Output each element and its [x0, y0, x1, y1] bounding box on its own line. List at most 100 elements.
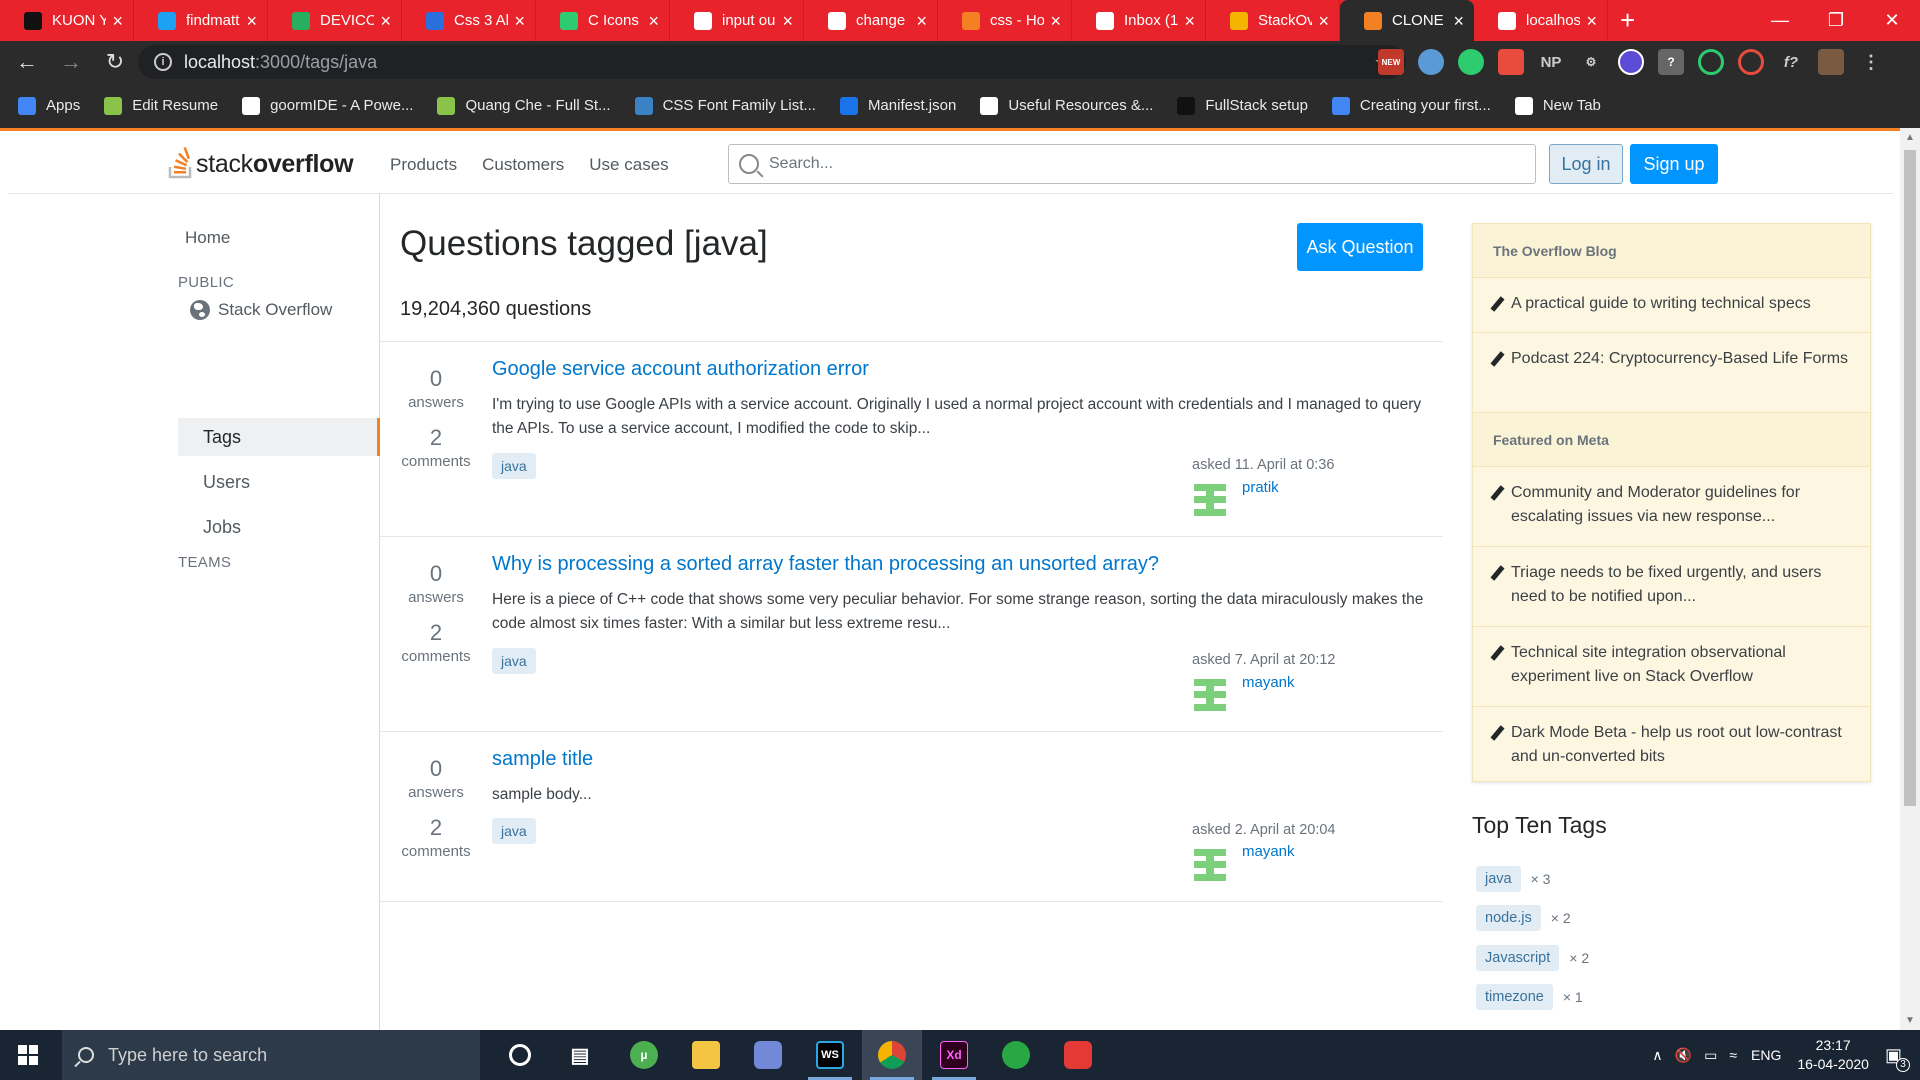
- meta-item[interactable]: Technical site integration observational…: [1473, 627, 1870, 707]
- discord-icon[interactable]: [738, 1030, 798, 1080]
- extension-icon[interactable]: [1738, 49, 1764, 75]
- top-tag[interactable]: Javascript: [1476, 945, 1560, 971]
- url-bar[interactable]: i localhost:3000/tags/java ☆: [138, 45, 1406, 79]
- signup-button[interactable]: Sign up: [1630, 144, 1718, 184]
- extension-icon[interactable]: [1498, 49, 1524, 75]
- meta-item[interactable]: Community and Moderator guidelines for e…: [1473, 467, 1870, 547]
- browser-tab[interactable]: StackOv ×: [1206, 0, 1340, 41]
- start-button[interactable]: [0, 1030, 56, 1080]
- user-avatar[interactable]: [1192, 677, 1228, 713]
- cortana-icon[interactable]: [490, 1030, 550, 1080]
- user-avatar[interactable]: [1192, 482, 1228, 518]
- question-title-link[interactable]: Google service account authorization err…: [492, 358, 869, 381]
- taskbar-search[interactable]: Type here to search: [62, 1030, 480, 1080]
- tag-java[interactable]: java: [492, 453, 536, 479]
- new-tab-button[interactable]: +: [1620, 0, 1635, 41]
- webstorm-icon[interactable]: WS: [800, 1030, 860, 1080]
- extension-icon[interactable]: [1458, 49, 1484, 75]
- sidebar-item-users[interactable]: Users: [203, 472, 250, 493]
- blog-item[interactable]: Podcast 224: Cryptocurrency-Based Life F…: [1473, 333, 1870, 413]
- chevron-up-icon[interactable]: ∧: [1652, 1047, 1662, 1064]
- bookmark-item[interactable]: FullStack setup: [1177, 96, 1308, 115]
- restore-icon[interactable]: ❐: [1808, 0, 1864, 41]
- extension-icon[interactable]: [1418, 49, 1444, 75]
- bookmark-item[interactable]: goormIDE - A Powe...: [242, 96, 413, 115]
- browser-tab[interactable]: input ou ×: [670, 0, 804, 41]
- close-tab-icon[interactable]: ×: [1050, 12, 1061, 30]
- task-view-icon[interactable]: ▤: [550, 1030, 610, 1080]
- close-window-icon[interactable]: ✕: [1864, 0, 1920, 41]
- minimize-icon[interactable]: —: [1752, 0, 1808, 41]
- bookmark-item[interactable]: CSS Font Family List...: [634, 96, 816, 115]
- search-input[interactable]: Search...: [728, 144, 1536, 184]
- top-tag[interactable]: timezone: [1476, 984, 1553, 1010]
- browser-tab[interactable]: css - Ho ×: [938, 0, 1072, 41]
- extension-new-icon[interactable]: NEW: [1378, 49, 1404, 75]
- user-name-link[interactable]: mayank: [1242, 674, 1295, 691]
- chrome-icon[interactable]: [862, 1030, 922, 1080]
- bookmark-item[interactable]: Edit Resume: [104, 96, 218, 115]
- bookmark-item[interactable]: Quang Che - Full St...: [437, 96, 611, 115]
- sidebar-item-stackoverflow[interactable]: Stack Overflow: [190, 300, 332, 320]
- close-tab-icon[interactable]: ×: [1318, 12, 1329, 30]
- meta-item[interactable]: Triage needs to be fixed urgently, and u…: [1473, 547, 1870, 627]
- sidebar-item-tags[interactable]: Tags: [203, 427, 241, 448]
- sidebar-item-home[interactable]: Home: [185, 228, 230, 248]
- close-tab-icon[interactable]: ×: [1184, 12, 1195, 30]
- scrollbar-thumb[interactable]: [1904, 150, 1916, 806]
- top-tag[interactable]: node.js: [1476, 905, 1541, 931]
- browser-tab[interactable]: C Icons ×: [536, 0, 670, 41]
- app-icon[interactable]: [1048, 1030, 1108, 1080]
- tag-java[interactable]: java: [492, 648, 536, 674]
- file-explorer-icon[interactable]: [676, 1030, 736, 1080]
- notification-icon[interactable]: ▣ 3: [1885, 1045, 1910, 1072]
- browser-tab[interactable]: change ×: [804, 0, 938, 41]
- extension-icon[interactable]: ⚙: [1578, 49, 1604, 75]
- bookmark-item[interactable]: Apps: [18, 96, 80, 115]
- top-tag[interactable]: java: [1476, 866, 1521, 892]
- extension-np-icon[interactable]: NP: [1538, 49, 1564, 75]
- bookmark-item[interactable]: Useful Resources &...: [980, 96, 1153, 115]
- close-tab-icon[interactable]: ×: [1586, 12, 1597, 30]
- user-name-link[interactable]: mayank: [1242, 843, 1295, 860]
- close-tab-icon[interactable]: ×: [112, 12, 123, 30]
- browser-tab[interactable]: localhos ×: [1474, 0, 1608, 41]
- reload-icon[interactable]: ↻: [98, 49, 132, 75]
- profile-avatar[interactable]: [1818, 49, 1844, 75]
- back-icon[interactable]: ←: [10, 49, 44, 75]
- close-tab-icon[interactable]: ×: [246, 12, 257, 30]
- utorrent-icon[interactable]: µ: [614, 1030, 674, 1080]
- question-title-link[interactable]: sample title: [492, 748, 593, 771]
- extension-icon[interactable]: [1698, 49, 1724, 75]
- browser-tab[interactable]: CLONE S ×: [1340, 0, 1474, 41]
- extension-icon[interactable]: [1618, 49, 1644, 75]
- bookmark-item[interactable]: Creating your first...: [1331, 96, 1491, 115]
- login-button[interactable]: Log in: [1549, 144, 1623, 184]
- scroll-up-icon[interactable]: ▲: [1905, 132, 1915, 143]
- meta-item[interactable]: Dark Mode Beta - help us root out low-co…: [1473, 707, 1870, 787]
- forward-icon[interactable]: →: [54, 49, 88, 75]
- clock[interactable]: 23:17 16-04-2020: [1797, 1036, 1869, 1074]
- close-tab-icon[interactable]: ×: [782, 12, 793, 30]
- language-indicator[interactable]: ENG: [1751, 1047, 1781, 1063]
- browser-tab[interactable]: Inbox (1 ×: [1072, 0, 1206, 41]
- browser-tab[interactable]: DEVICO ×: [268, 0, 402, 41]
- question-title-link[interactable]: Why is processing a sorted array faster …: [492, 553, 1159, 576]
- menu-icon[interactable]: ⋮: [1858, 49, 1884, 75]
- blog-item[interactable]: A practical guide to writing technical s…: [1473, 278, 1870, 333]
- user-name-link[interactable]: pratik: [1242, 479, 1279, 496]
- close-tab-icon[interactable]: ×: [514, 12, 525, 30]
- close-tab-icon[interactable]: ×: [916, 12, 927, 30]
- scroll-down-icon[interactable]: ▼: [1905, 1015, 1915, 1026]
- close-tab-icon[interactable]: ×: [380, 12, 391, 30]
- extension-fx-icon[interactable]: f?: [1778, 49, 1804, 75]
- page-scrollbar[interactable]: ▲ ▼: [1900, 128, 1920, 1030]
- battery-icon[interactable]: ▭: [1704, 1047, 1717, 1064]
- wifi-icon[interactable]: ≈: [1729, 1047, 1737, 1063]
- nav-use-cases[interactable]: Use cases: [589, 155, 668, 175]
- nav-products[interactable]: Products: [390, 155, 457, 175]
- stackoverflow-logo[interactable]: stackoverflow: [168, 145, 354, 179]
- app-icon[interactable]: [986, 1030, 1046, 1080]
- bookmark-item[interactable]: Manifest.json: [839, 96, 956, 115]
- tag-java[interactable]: java: [492, 818, 536, 844]
